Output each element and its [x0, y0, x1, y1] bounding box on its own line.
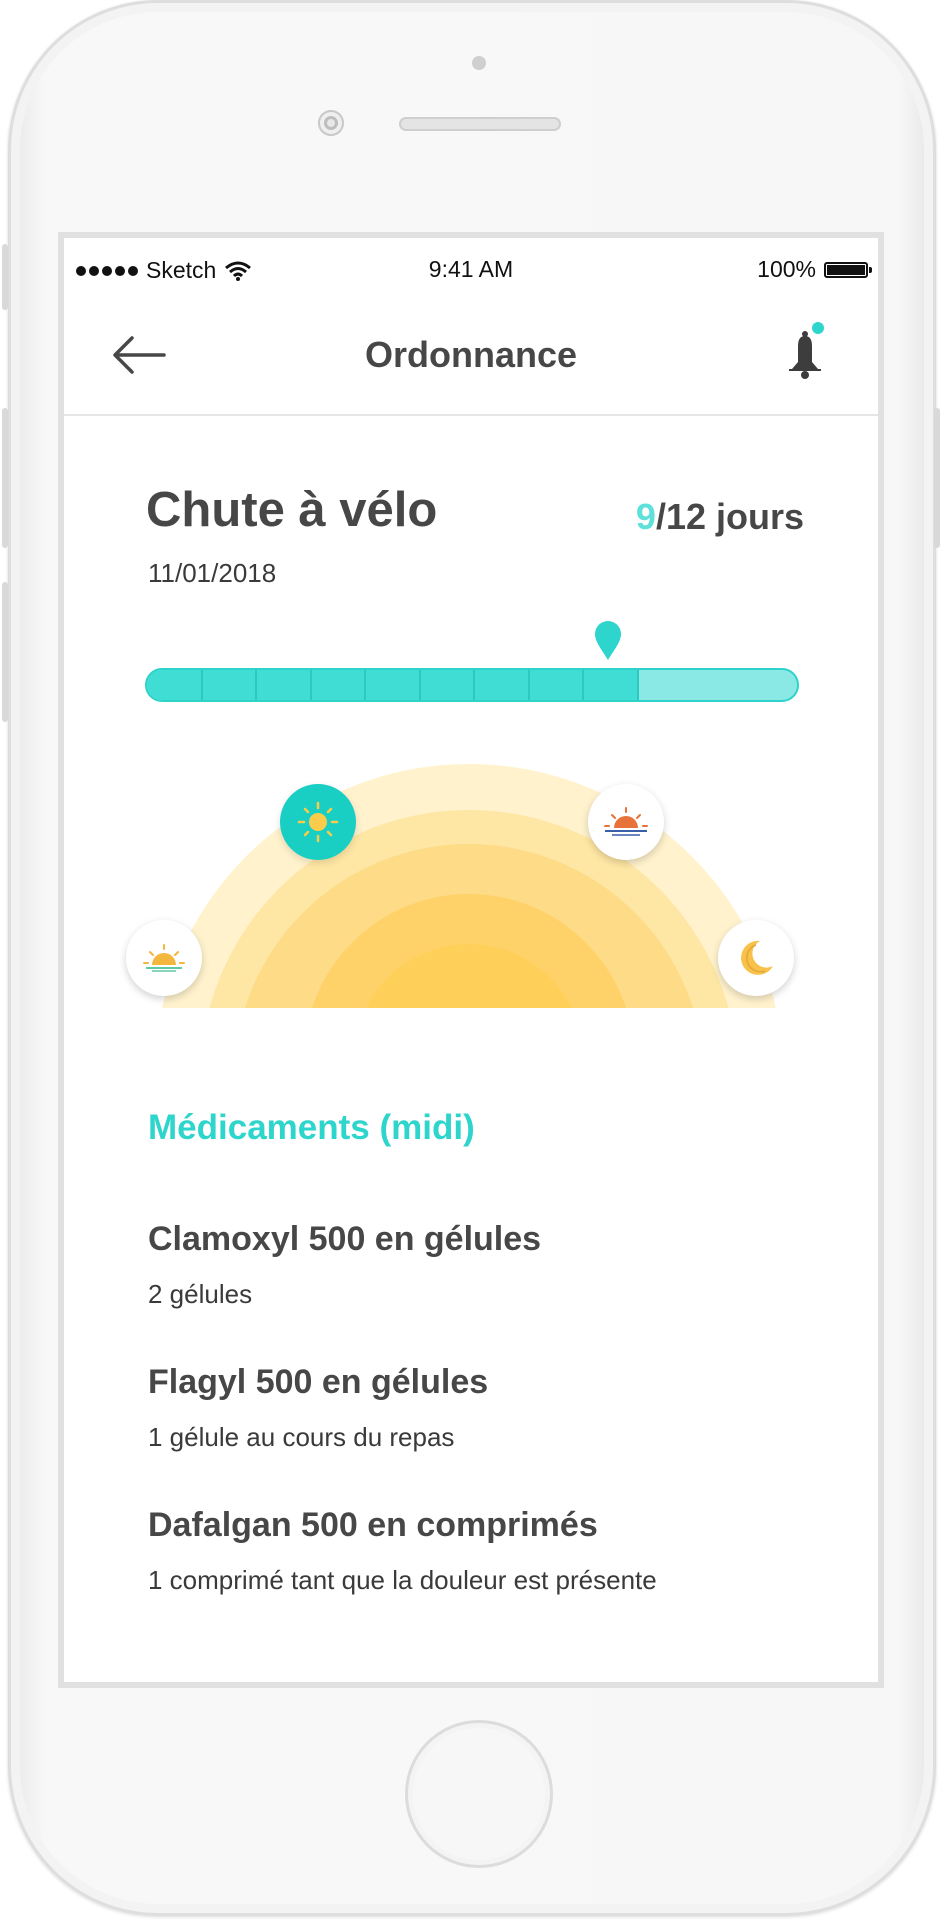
progress-day-divider — [473, 670, 475, 700]
progress-completed — [147, 670, 638, 700]
status-bar: Sketch 9:41 AM 100% — [64, 238, 878, 286]
medications-section-title: Médicaments (midi) — [148, 1108, 475, 1147]
status-right: 100% — [757, 256, 872, 283]
prescription-title: Chute à vélo — [146, 483, 438, 537]
progress-marker-icon — [595, 621, 622, 660]
home-button[interactable] — [405, 1720, 553, 1868]
volume-up-button — [2, 408, 8, 548]
list-item[interactable]: Clamoxyl 500 en gélules 2 gélules — [148, 1220, 541, 1310]
progress-day-divider — [364, 670, 366, 700]
notification-dot — [812, 322, 824, 334]
medication-name: Dafalgan 500 en comprimés — [148, 1506, 598, 1544]
treatment-progress-bar — [145, 668, 799, 702]
list-item[interactable]: Dafalgan 500 en comprimés 1 comprimé tan… — [148, 1506, 657, 1596]
progress-day-divider — [255, 670, 257, 700]
app-screen: Sketch 9:41 AM 100% Ordonnance Chute à v… — [58, 232, 884, 1688]
progress-day-divider — [636, 670, 639, 700]
volume-down-button — [2, 582, 8, 722]
battery-icon — [824, 261, 872, 278]
day-arc — [154, 764, 784, 1008]
time-night-button[interactable] — [718, 920, 794, 996]
time-evening-button[interactable] — [588, 784, 664, 860]
moon-icon — [741, 940, 773, 975]
progress-day-divider — [582, 670, 584, 700]
medication-dose: 1 comprimé tant que la douleur est prése… — [148, 1565, 657, 1595]
time-morning-button[interactable] — [126, 920, 202, 996]
proximity-sensor — [472, 56, 486, 70]
medication-dose: 2 gélules — [148, 1279, 253, 1309]
mute-switch — [2, 244, 8, 310]
sun-icon — [297, 801, 339, 843]
list-item[interactable]: Flagyl 500 en gélules 1 gélule au cours … — [148, 1363, 488, 1453]
days-total: /12 jours — [655, 496, 804, 537]
medication-name: Clamoxyl 500 en gélules — [148, 1220, 542, 1258]
days-counter: 9/12 jours — [636, 496, 804, 538]
prescription-date: 11/01/2018 — [148, 558, 277, 588]
medication-dose: 1 gélule au cours du repas — [148, 1422, 455, 1452]
earpiece-speaker — [399, 117, 561, 131]
time-midday-button[interactable] — [280, 784, 356, 860]
page-title: Ordonnance — [364, 334, 578, 375]
progress-day-divider — [309, 670, 312, 700]
device-frame: Sketch 9:41 AM 100% Ordonnance Chute à v… — [0, 0, 942, 1920]
progress-day-divider — [418, 670, 421, 700]
progress-day-divider — [527, 670, 530, 700]
navigation-bar: Ordonnance — [64, 286, 878, 416]
progress-day-divider — [200, 670, 203, 700]
medication-name: Flagyl 500 en gélules — [148, 1363, 489, 1401]
notifications-button[interactable] — [778, 322, 828, 384]
sunrise-icon — [143, 944, 185, 972]
status-time: 9:41 AM — [428, 256, 514, 282]
sunset-icon — [604, 807, 648, 836]
battery-percentage: 100% — [757, 256, 816, 282]
power-button — [934, 408, 940, 548]
days-current: 9 — [635, 496, 656, 537]
front-camera — [318, 110, 344, 136]
